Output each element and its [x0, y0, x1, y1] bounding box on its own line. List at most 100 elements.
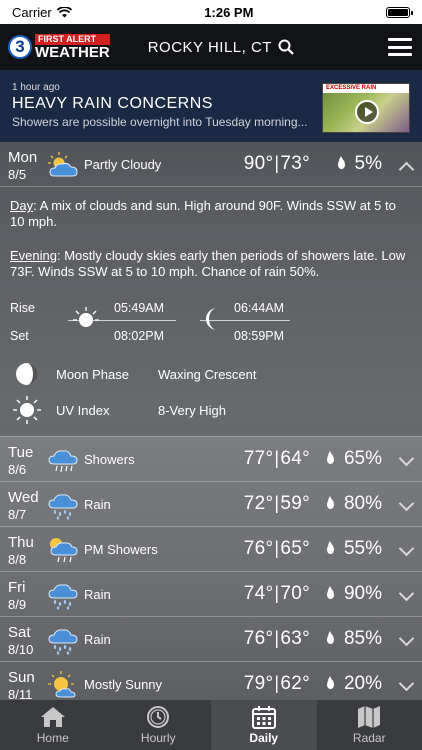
high-temp: 79°	[243, 673, 274, 694]
sun-icon	[13, 396, 41, 424]
raindrop-icon	[326, 676, 334, 689]
precip-chance: 85%	[343, 628, 382, 649]
wifi-icon	[56, 6, 72, 17]
day-date: 8/5	[8, 167, 27, 182]
set-label: Set	[10, 329, 29, 343]
day-forecast-text: Day: A mix of clouds and sun. High aroun…	[10, 198, 410, 230]
status-bar: Carrier 1:26 PM	[0, 0, 422, 24]
temperature-range: 76°|63°	[243, 628, 310, 649]
news-video-thumbnail[interactable]: EXCESSIVE RAIN	[322, 83, 410, 133]
moonset-time: 08:59PM	[234, 329, 285, 343]
search-icon[interactable]	[278, 39, 294, 55]
precip-chance: 80%	[343, 493, 382, 514]
map-icon	[358, 706, 381, 728]
low-temp: 65°	[280, 538, 310, 559]
location-name: ROCKY HILL, CT	[147, 38, 272, 56]
chevron-down-icon[interactable]	[398, 675, 415, 692]
sunset-time: 08:02PM	[114, 329, 165, 343]
tab-hourly[interactable]: Hourly	[106, 700, 212, 750]
station-logo[interactable]: 3 FIRST ALERT WEATHER	[8, 34, 110, 60]
high-temp: 72°	[243, 493, 274, 514]
day-description: : A mix of clouds and sun. High around 9…	[10, 198, 396, 229]
low-temp: 63°	[280, 628, 310, 649]
chevron-down-icon[interactable]	[398, 495, 415, 512]
raindrop-icon	[326, 496, 334, 509]
low-temp: 59°	[280, 493, 310, 514]
thumb-caption: EXCESSIVE RAIN	[323, 84, 409, 93]
moon-icon	[206, 308, 217, 330]
day-row[interactable]: Fri 8/9 Rain 74°|70° 90%	[0, 572, 422, 617]
condition-text: Rain	[84, 587, 111, 602]
moon-phase-row: Moon Phase Waxing Crescent	[10, 362, 410, 386]
moon-phase-value: Waxing Crescent	[158, 366, 257, 382]
day-name: Sun	[8, 669, 35, 686]
chevron-down-icon[interactable]	[398, 585, 415, 602]
partly-cloudy-icon	[48, 152, 78, 177]
rise-label: Rise	[10, 301, 36, 315]
temperature-range: 79°|62°	[243, 673, 310, 694]
high-temp: 74°	[243, 583, 274, 604]
tab-label: Home	[36, 731, 69, 745]
condition-text: Mostly Sunny	[84, 677, 163, 692]
day-date: 8/9	[8, 597, 27, 612]
day-name: Wed	[8, 489, 39, 506]
precipitation: 5%	[337, 153, 382, 175]
precipitation: 20%	[326, 673, 382, 695]
uv-value: 8-Very High	[158, 402, 226, 418]
uv-index-row: UV Index 8-Very High	[10, 396, 410, 424]
day-row[interactable]: Thu 8/8 PM Showers 76°|65° 55%	[0, 527, 422, 572]
day-row[interactable]: Sat 8/10 Rain 76°|63° 85%	[0, 617, 422, 662]
sun-icon	[73, 307, 99, 327]
high-temp: 76°	[243, 538, 274, 559]
raindrop-icon	[337, 156, 345, 169]
temperature-range: 76°|65°	[243, 538, 310, 559]
chevron-down-icon[interactable]	[398, 450, 415, 467]
news-banner[interactable]: 1 hour ago HEAVY RAIN CONCERNS Showers a…	[0, 70, 422, 142]
app-header: 3 FIRST ALERT WEATHER ROCKY HILL, CT	[0, 24, 422, 70]
clock-icon	[147, 706, 170, 728]
evening-label: Evening	[10, 248, 57, 263]
chevron-down-icon[interactable]	[398, 630, 415, 647]
home-icon	[40, 707, 65, 727]
low-temp: 73°	[280, 153, 310, 174]
chevron-up-icon[interactable]	[398, 161, 415, 178]
sunrise-time: 05:49AM	[114, 301, 165, 315]
day-row[interactable]: Tue 8/6 Showers 77°|64° 65%	[0, 437, 422, 482]
temperature-range: 90°|73°	[243, 153, 310, 174]
evening-forecast-text: Evening: Mostly cloudy skies early then …	[10, 248, 410, 280]
chevron-down-icon[interactable]	[398, 540, 415, 557]
rain-icon	[48, 584, 78, 610]
tab-home[interactable]: Home	[0, 700, 106, 750]
tab-bar: Home Hourly Daily Radar	[0, 700, 422, 750]
day-label: Day	[10, 198, 34, 213]
high-temp: 76°	[243, 628, 274, 649]
precipitation: 85%	[326, 628, 382, 650]
precip-chance: 20%	[343, 673, 382, 694]
rain-icon	[48, 629, 78, 655]
temperature-range: 77°|64°	[243, 448, 310, 469]
logo-number: 3	[8, 35, 32, 59]
play-icon[interactable]	[355, 100, 379, 124]
condition-text: Rain	[84, 497, 111, 512]
raindrop-icon	[326, 586, 334, 599]
high-temp: 77°	[243, 448, 274, 469]
raindrop-icon	[326, 541, 334, 554]
day-row-expanded[interactable]: Mon 8/5 Partly Cloudy 90°|73° 5%	[0, 142, 422, 187]
tab-label: Hourly	[140, 731, 176, 745]
day-row[interactable]: Wed 8/7 Rain 72°|59° 80%	[0, 482, 422, 527]
precipitation: 80%	[326, 493, 382, 515]
tab-radar[interactable]: Radar	[317, 700, 422, 750]
location-selector[interactable]: ROCKY HILL, CT	[148, 39, 294, 56]
menu-icon[interactable]	[388, 38, 412, 56]
logo-line2: WEATHER	[35, 44, 110, 61]
tab-daily[interactable]: Daily	[211, 700, 317, 750]
precipitation: 65%	[326, 448, 382, 470]
mostly-sunny-icon	[48, 671, 76, 698]
low-temp: 62°	[280, 673, 310, 694]
pm-showers-icon	[50, 538, 78, 563]
sun-moon-times: Rise Set 05:49AM 08:02PM 06:44AM 08:59PM	[10, 298, 410, 348]
precip-chance: 55%	[343, 538, 382, 559]
condition-text: PM Showers	[84, 542, 158, 557]
rain-icon	[48, 494, 78, 520]
day-date: 8/6	[8, 462, 27, 477]
